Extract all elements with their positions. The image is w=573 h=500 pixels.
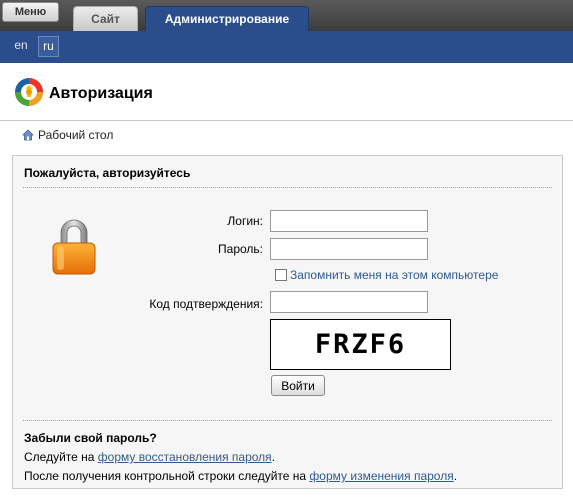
forgot-password-title: Забыли свой пароль?: [24, 431, 157, 445]
confirmation-code-input[interactable]: [270, 291, 428, 313]
recovery-suffix: .: [271, 450, 276, 464]
login-button[interactable]: Войти: [271, 375, 325, 396]
auth-panel-title: Пожалуйста, авторизуйтесь: [24, 166, 191, 180]
page-title: Авторизация: [49, 85, 153, 102]
divider: [23, 420, 552, 421]
tab-administration[interactable]: Администрирование: [145, 6, 309, 31]
breadcrumb-label: Рабочий стол: [38, 128, 114, 142]
home-icon: [22, 129, 34, 141]
captcha-image: FRZF6: [270, 319, 451, 370]
language-ru[interactable]: ru: [38, 36, 59, 57]
recovery-instructions: Следуйте на форму восстановления пароля.: [24, 450, 275, 464]
password-change-link[interactable]: форму изменения пароля: [309, 469, 453, 483]
change-prefix: После получения контрольной строки следу…: [24, 469, 310, 483]
menu-button[interactable]: Меню: [2, 2, 59, 22]
password-recovery-link[interactable]: форму восстановления пароля: [98, 450, 272, 464]
auth-panel: Пожалуйста, авторизуйтесь Логин: Пароль:…: [12, 155, 563, 489]
language-bar: en ru: [0, 31, 573, 63]
login-input[interactable]: [270, 210, 428, 232]
confirmation-code-label: Код подтверждения:: [149, 297, 263, 311]
recovery-prefix: Следуйте на: [24, 450, 98, 464]
app-logo-icon: [15, 78, 43, 106]
divider: [23, 187, 552, 188]
login-label: Логин:: [227, 214, 263, 228]
breadcrumb-home[interactable]: Рабочий стол: [22, 126, 113, 144]
remember-me-checkbox[interactable]: Запомнить меня на этом компьютере: [275, 268, 498, 282]
change-suffix: .: [453, 469, 458, 483]
change-instructions: После получения контрольной строки следу…: [24, 469, 457, 483]
password-input[interactable]: [270, 238, 428, 260]
remember-me-label[interactable]: Запомнить меня на этом компьютере: [290, 268, 498, 282]
checkbox-icon[interactable]: [275, 269, 287, 281]
page-header: Авторизация: [0, 63, 573, 121]
password-label: Пароль:: [218, 242, 263, 256]
lock-icon: [52, 219, 96, 275]
captcha-text: FRZF6: [314, 329, 407, 360]
language-en[interactable]: en: [10, 36, 32, 57]
tab-site[interactable]: Сайт: [73, 6, 138, 31]
top-bar: Меню Сайт Администрирование: [0, 0, 573, 31]
